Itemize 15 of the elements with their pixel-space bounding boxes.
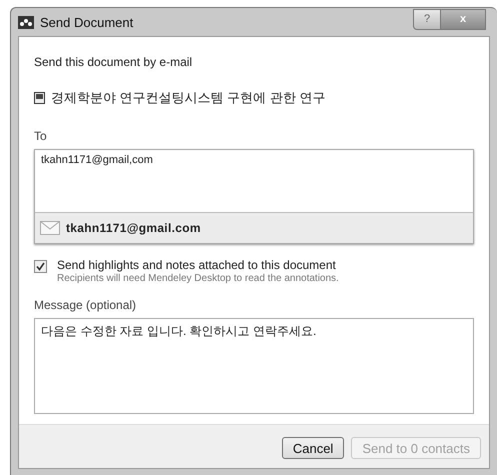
envelope-icon bbox=[40, 221, 60, 235]
document-icon bbox=[34, 92, 45, 104]
message-field[interactable]: 다음은 수정한 자료 입니다. 확인하시고 연락주세요. bbox=[34, 318, 474, 414]
to-label: To bbox=[34, 129, 48, 143]
suggestion-item[interactable]: tkahn1171@gmail.com bbox=[35, 213, 473, 243]
document-title: 경제학분야 연구컨설팅시스템 구현에 관한 연구 bbox=[51, 89, 326, 107]
highlights-checkbox[interactable] bbox=[34, 260, 47, 273]
hint-text: Recipients will need Mendeley Desktop to read the annotations. bbox=[57, 273, 339, 284]
window-title: Send Document bbox=[40, 14, 134, 30]
dialog-heading: Send this document by e-mail bbox=[34, 55, 194, 69]
checkbox-label: Send highlights and notes attached to this document bbox=[57, 258, 337, 272]
help-button[interactable]: ? bbox=[413, 8, 441, 30]
cancel-button[interactable]: Cancel bbox=[282, 437, 344, 459]
message-label: Message (optional) bbox=[34, 298, 138, 312]
app-logo-icon bbox=[18, 16, 34, 28]
